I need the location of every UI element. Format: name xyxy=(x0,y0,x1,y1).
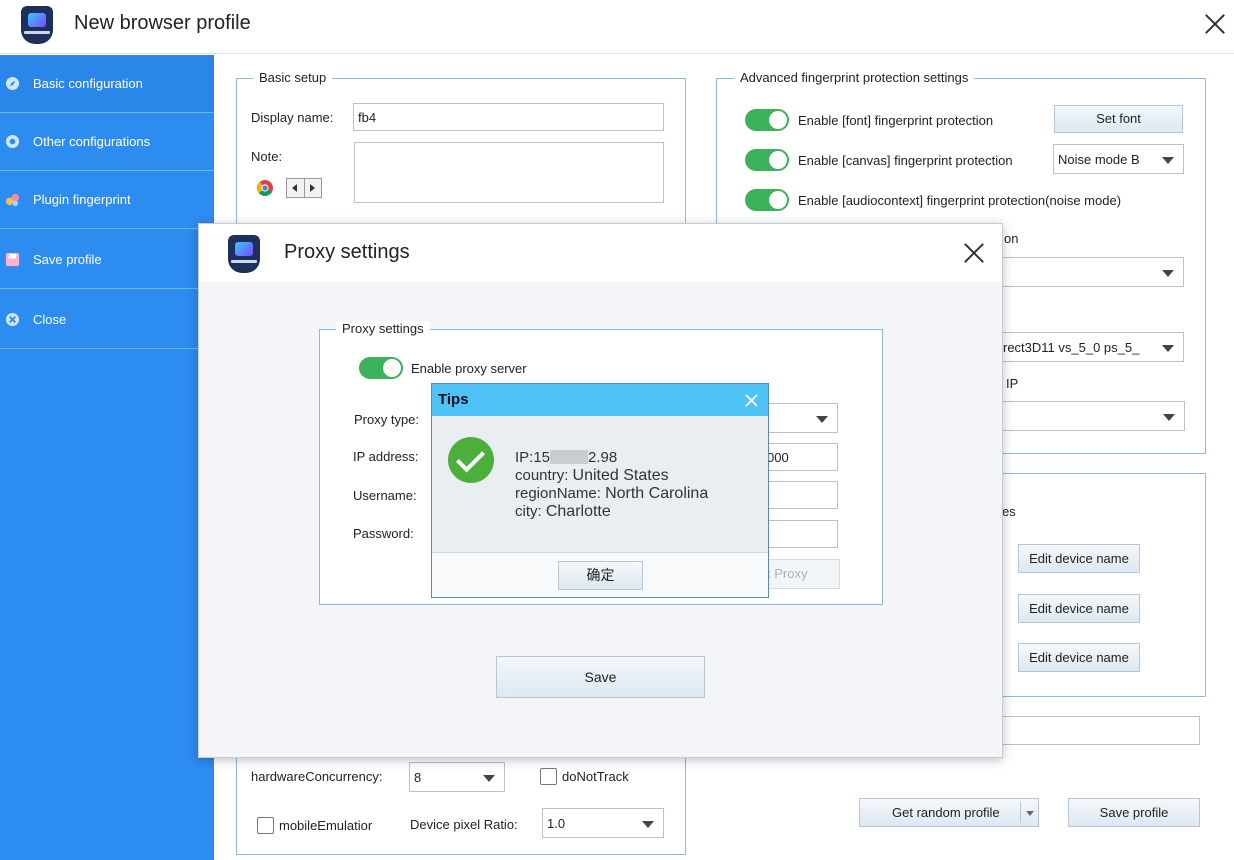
chevron-down-icon xyxy=(642,821,654,828)
tips-dialog: Tips IP:15 2.98 country: United States re… xyxy=(431,383,769,598)
partial-input[interactable] xyxy=(1000,716,1200,745)
sidebar-item-plugin-fingerprint[interactable]: Plugin fingerprint xyxy=(0,171,214,229)
close-window-icon[interactable] xyxy=(1202,11,1228,37)
pixel-ratio-label: Device pixel Ratio: xyxy=(410,817,518,832)
window-title: New browser profile xyxy=(74,12,251,34)
display-name-label: Display name: xyxy=(251,110,334,125)
compass-icon xyxy=(5,76,20,91)
arrow-left-icon[interactable] xyxy=(292,184,297,192)
tips-ip-line: IP:15 2.98 xyxy=(515,449,618,466)
do-not-track-label: doNotTrack xyxy=(562,769,629,784)
proxy-dialog-title: Proxy settings xyxy=(284,241,410,263)
advanced-fingerprint-title: Advanced fingerprint protection settings xyxy=(734,70,975,85)
plugin-icon xyxy=(5,193,20,207)
edit-device-name-button-3[interactable]: Edit device name xyxy=(1018,643,1140,672)
tips-dialog-footer: 确定 xyxy=(432,552,768,597)
app-logo-icon xyxy=(228,235,260,273)
audio-protection-toggle[interactable] xyxy=(745,189,789,211)
sidebar-item-label: Save profile xyxy=(33,252,102,267)
ip-address-label: IP address: xyxy=(353,449,419,464)
edit-device-name-button-2[interactable]: Edit device name xyxy=(1018,594,1140,623)
arrow-right-icon[interactable] xyxy=(310,184,315,192)
partial-label-ip: IP xyxy=(1006,376,1019,391)
sidebar-item-close[interactable]: Close xyxy=(0,291,214,349)
enable-proxy-label: Enable proxy server xyxy=(411,361,527,376)
webgl-renderer-select[interactable]: rect3D11 vs_5_0 ps_5_ xyxy=(1000,332,1184,362)
font-protection-label: Enable [font] fingerprint protection xyxy=(798,113,994,128)
display-name-input[interactable] xyxy=(353,103,664,131)
edit-device-name-button-1[interactable]: Edit device name xyxy=(1018,544,1140,573)
sidebar-item-save-profile[interactable]: Save profile xyxy=(0,231,214,289)
partial-label-es: es xyxy=(1002,504,1016,519)
tips-dialog-header: Tips xyxy=(432,384,768,416)
chevron-down-icon xyxy=(1162,157,1174,164)
sidebar-item-label: Other configurations xyxy=(33,134,151,149)
get-random-profile-button[interactable]: Get random profile xyxy=(859,798,1039,827)
font-protection-toggle[interactable] xyxy=(745,109,789,131)
canvas-mode-select[interactable]: Noise mode B xyxy=(1053,144,1184,174)
proxy-dialog-header: Proxy settings xyxy=(199,224,1002,282)
chevron-down-icon xyxy=(1162,270,1174,277)
proxy-save-button[interactable]: Save xyxy=(496,656,705,698)
chevron-down-icon xyxy=(1163,414,1175,421)
chevron-down-icon[interactable] xyxy=(1026,811,1034,816)
audio-protection-label: Enable [audiocontext] fingerprint protec… xyxy=(798,193,1122,208)
partial-label-on: on xyxy=(1004,231,1019,246)
note-label: Note: xyxy=(251,149,283,164)
do-not-track-checkbox[interactable] xyxy=(540,768,557,785)
close-proxy-dialog-icon[interactable] xyxy=(961,240,987,266)
tips-region-line: regionName: North Carolina xyxy=(515,485,709,502)
close-tips-icon[interactable] xyxy=(745,394,758,407)
chevron-down-icon xyxy=(483,775,495,782)
canvas-protection-label: Enable [canvas] fingerprint protection xyxy=(798,153,1013,168)
sidebar-item-basic-configuration[interactable]: Basic configuration xyxy=(0,55,214,113)
redacted-blur xyxy=(550,450,589,464)
proxy-settings-group-title: Proxy settings xyxy=(336,321,430,336)
sidebar-item-label: Close xyxy=(33,312,67,327)
sidebar-item-label: Basic configuration xyxy=(33,76,143,91)
hardware-concurrency-label: hardwareConcurrency: xyxy=(251,769,383,784)
note-textarea[interactable] xyxy=(354,142,664,203)
close-circle-icon xyxy=(5,312,20,327)
mobile-emulation-label: mobileEmulatior xyxy=(279,818,373,833)
partial-select-ip[interactable] xyxy=(1000,401,1185,431)
password-label: Password: xyxy=(353,526,414,541)
tips-dialog-title: Tips xyxy=(438,391,469,408)
chevron-down-icon xyxy=(1162,345,1174,352)
save-profile-button[interactable]: Save profile xyxy=(1068,798,1200,827)
mobile-emulation-checkbox[interactable] xyxy=(257,817,274,834)
username-label: Username: xyxy=(353,488,417,503)
enable-proxy-toggle[interactable] xyxy=(359,357,403,379)
ok-button[interactable]: 确定 xyxy=(558,561,643,590)
chevron-down-icon xyxy=(816,416,828,423)
partial-select-1[interactable] xyxy=(1000,257,1184,287)
basic-setup-title: Basic setup xyxy=(253,70,333,85)
title-bar: New browser profile xyxy=(0,0,1234,54)
sidebar: Basic configuration Other configurations… xyxy=(0,55,214,860)
hardware-concurrency-select[interactable]: 8 xyxy=(409,762,505,792)
proxy-type-label: Proxy type: xyxy=(354,412,420,427)
sidebar-item-other-configurations[interactable]: Other configurations xyxy=(0,113,214,171)
set-font-button[interactable]: Set font xyxy=(1054,105,1183,133)
tips-country-line: country: United States xyxy=(515,467,669,484)
save-icon xyxy=(5,252,20,267)
sidebar-item-label: Plugin fingerprint xyxy=(33,192,131,207)
note-scroll-stepper[interactable] xyxy=(286,178,322,198)
pixel-ratio-select[interactable]: 1.0 xyxy=(542,808,664,838)
success-check-icon xyxy=(448,437,494,483)
app-logo-icon xyxy=(21,6,53,44)
tips-city-line: city: Charlotte xyxy=(515,503,611,520)
chrome-icon xyxy=(257,180,273,196)
chrome-icon xyxy=(5,134,20,149)
canvas-protection-toggle[interactable] xyxy=(745,149,789,171)
